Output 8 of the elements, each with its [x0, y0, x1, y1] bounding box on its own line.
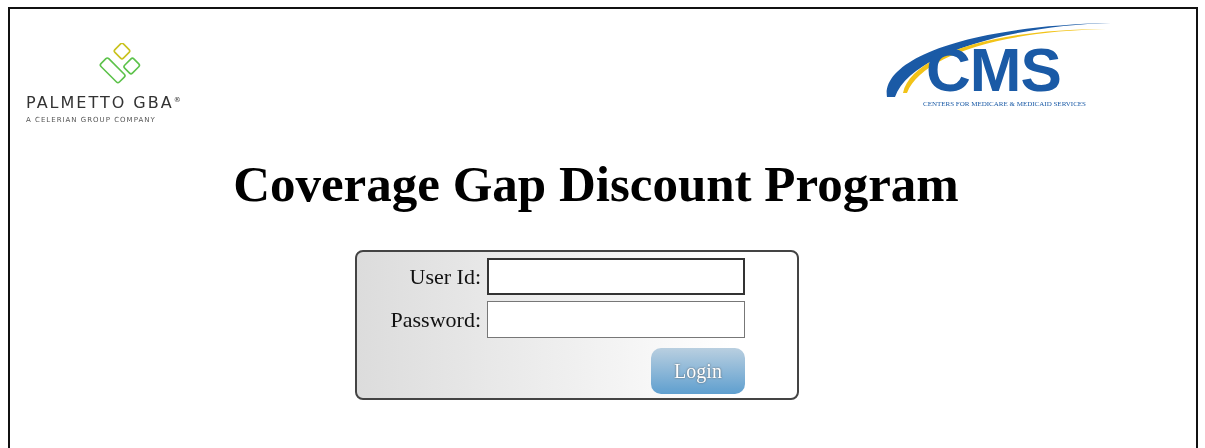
user-id-field[interactable] — [487, 258, 745, 295]
field-label: User Id: — [408, 263, 481, 290]
field-label: Password: — [389, 306, 481, 333]
logo-name: CMS — [926, 39, 1061, 101]
logo-name: PALMETTO GBA$^{®}$ — [26, 93, 183, 112]
password-field[interactable] — [487, 301, 745, 338]
login-button[interactable]: Login — [651, 348, 745, 394]
page-title: Coverage Gap Discount Program — [232, 159, 960, 210]
